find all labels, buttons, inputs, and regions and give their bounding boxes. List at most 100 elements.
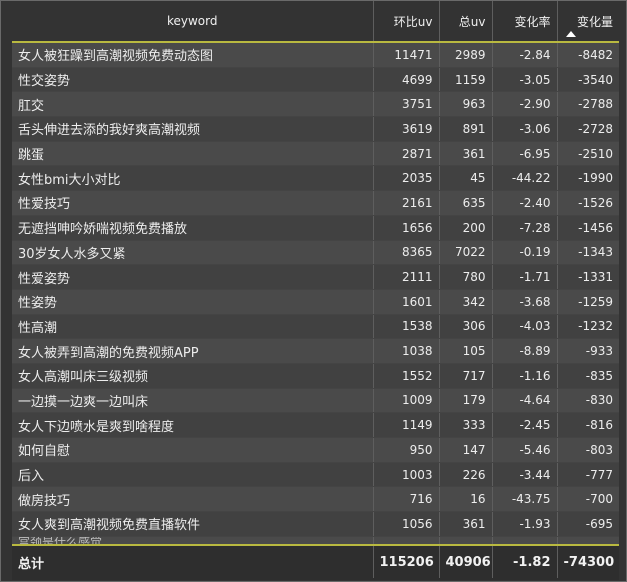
cell-total-uv: 306 [439, 314, 493, 340]
cell-change-amount: -2728 [557, 116, 619, 142]
cell-change-amount: -1526 [557, 190, 619, 216]
cell-change-rate: -2.40 [492, 190, 558, 216]
cell-total-uv: 635 [439, 190, 493, 216]
cell-prev-uv: 950 [373, 437, 440, 463]
cell-change-rate: -1.93 [492, 511, 558, 537]
cell-change-rate: -4.64 [492, 388, 558, 414]
table-row[interactable]: 一边摸一边爽一边叫床 1009 179 -4.64 -830 [12, 388, 619, 414]
cell-keyword: 跳蛋 [12, 141, 374, 167]
cell-total-uv: 147 [439, 437, 493, 463]
cell-change-amount: -1343 [557, 240, 619, 266]
cell-total-uv: 16 [439, 486, 493, 513]
cell-prev-uv: 1009 [373, 388, 440, 414]
cell-prev-uv: 1538 [373, 314, 440, 340]
table-row[interactable]: 女性bmi大小对比 2035 45 -44.22 -1990 [12, 165, 619, 192]
totals-label: 总计 [12, 546, 374, 578]
table-row[interactable]: 做房技巧 716 16 -43.75 -700 [12, 486, 619, 513]
cell-keyword: 性姿势 [12, 289, 374, 315]
cell-change-amount: -1331 [557, 264, 619, 290]
cell-prev-uv: 1601 [373, 289, 440, 315]
cell-total-uv: 105 [439, 338, 493, 364]
cell-keyword: 女人爽到高潮视频免费直播软件 [12, 511, 374, 537]
cell-total-uv: 7022 [439, 240, 493, 266]
cell-keyword: 一边摸一边爽一边叫床 [12, 388, 374, 414]
cell-total-uv: 717 [439, 363, 493, 389]
totals-total-uv: 40906 [439, 546, 493, 578]
table-row[interactable]: 性姿势 1601 342 -3.68 -1259 [12, 289, 619, 315]
table-row[interactable]: 女人下边喷水是爽到啥程度 1149 333 -2.45 -816 [12, 412, 619, 438]
cell-change-rate: -1.71 [492, 264, 558, 290]
cell-total-uv: 1159 [439, 67, 493, 93]
cell-total-uv: 780 [439, 264, 493, 290]
cell-keyword: 女人被狂躁到高潮视频免费动态图 [12, 42, 374, 68]
table-row[interactable]: 女人爽到高潮视频免费直播软件 1056 361 -1.93 -695 [12, 511, 619, 537]
table-row[interactable]: 舌头伸进去添的我好爽高潮视频 3619 891 -3.06 -2728 [12, 116, 619, 142]
cell-change-amount: -2510 [557, 141, 619, 167]
totals-change-rate: -1.82 [492, 546, 558, 578]
data-table: keyword 环比uv 总uv 变化率 变化量 女人被狂躁到高潮视频免费动态图… [12, 1, 619, 548]
table-row[interactable]: 跳蛋 2871 361 -6.95 -2510 [12, 141, 619, 167]
cell-keyword: 如何自慰 [12, 437, 374, 463]
table-visual: keyword 环比uv 总uv 变化率 变化量 女人被狂躁到高潮视频免费动态图… [0, 0, 627, 582]
table-row[interactable]: 如何自慰 950 147 -5.46 -803 [12, 437, 619, 463]
column-header-change-rate[interactable]: 变化率 [492, 1, 558, 42]
table-row[interactable]: 性高潮 1538 306 -4.03 -1232 [12, 314, 619, 340]
cell-prev-uv: 1149 [373, 412, 440, 438]
cell-change-rate: -1.16 [492, 363, 558, 389]
table-row[interactable]: 30岁女人水多又紧 8365 7022 -0.19 -1343 [12, 240, 619, 266]
table-row[interactable]: 肛交 3751 963 -2.90 -2788 [12, 91, 619, 118]
cell-total-uv: 333 [439, 412, 493, 438]
cell-change-amount: -777 [557, 462, 619, 488]
column-header-change-amount[interactable]: 变化量 [557, 1, 619, 42]
cell-prev-uv: 2161 [373, 190, 440, 216]
cell-change-rate: -6.95 [492, 141, 558, 167]
totals-row: 总计 115206 40906 -1.82 -74300 [12, 546, 619, 578]
cell-change-amount: -1259 [557, 289, 619, 315]
table-row[interactable]: 女人高潮叫床三级视频 1552 717 -1.16 -835 [12, 363, 619, 389]
cell-total-uv: 963 [439, 91, 493, 118]
table-body: 女人被狂躁到高潮视频免费动态图 11471 2989 -2.84 -8482 性交姿势 46… [12, 42, 619, 548]
cell-prev-uv: 3619 [373, 116, 440, 142]
cell-change-rate: -5.46 [492, 437, 558, 463]
cell-keyword: 女人下边喷水是爽到啥程度 [12, 412, 374, 438]
table-row[interactable]: 后入 1003 226 -3.44 -777 [12, 462, 619, 488]
cell-keyword: 女人被弄到高潮的免费视频APP [12, 338, 374, 364]
cell-total-uv: 891 [439, 116, 493, 142]
cell-change-amount: -3540 [557, 67, 619, 93]
table-row[interactable]: 性爱姿势 2111 780 -1.71 -1331 [12, 264, 619, 290]
table-row[interactable]: 性爱技巧 2161 635 -2.40 -1526 [12, 190, 619, 216]
cell-change-rate: -3.05 [492, 67, 558, 93]
cell-prev-uv: 1038 [373, 338, 440, 364]
column-header-change-rate-label: 变化率 [514, 14, 551, 29]
column-header-prev-uv[interactable]: 环比uv [373, 1, 440, 42]
header-row: keyword 环比uv 总uv 变化率 变化量 [12, 1, 619, 42]
sort-asc-icon[interactable] [565, 31, 576, 37]
cell-keyword: 无遮挡呻吟娇喘视频免费播放 [12, 215, 374, 241]
cell-change-rate: -2.90 [492, 91, 558, 118]
cell-total-uv: 342 [439, 289, 493, 315]
cell-change-rate: -0.19 [492, 240, 558, 266]
cell-change-rate: -3.68 [492, 289, 558, 315]
column-header-keyword[interactable]: keyword [12, 1, 374, 42]
column-header-prev-uv-label: 环比uv [393, 14, 433, 29]
cell-prev-uv: 716 [373, 486, 440, 513]
cell-total-uv: 2989 [439, 42, 493, 68]
cell-change-amount: -830 [557, 388, 619, 414]
cell-keyword: 做房技巧 [12, 486, 374, 513]
table-row[interactable]: 无遮挡呻吟娇喘视频免费播放 1656 200 -7.28 -1456 [12, 215, 619, 241]
column-header-total-uv[interactable]: 总uv [439, 1, 493, 42]
cell-change-amount: -933 [557, 338, 619, 364]
table-row[interactable]: 女人被弄到高潮的免费视频APP 1038 105 -8.89 -933 [12, 338, 619, 364]
cell-change-amount: -803 [557, 437, 619, 463]
table-row[interactable]: 性交姿势 4699 1159 -3.05 -3540 [12, 67, 619, 93]
cell-change-amount: -700 [557, 486, 619, 513]
cell-keyword: 30岁女人水多又紧 [12, 240, 374, 266]
cell-total-uv: 361 [439, 141, 493, 167]
cell-prev-uv: 2871 [373, 141, 440, 167]
table-row[interactable]: 女人被狂躁到高潮视频免费动态图 11471 2989 -2.84 -8482 [12, 42, 619, 68]
totals-prev-uv: 115206 [373, 546, 440, 578]
cell-change-rate: -2.84 [492, 42, 558, 68]
cell-prev-uv: 2111 [373, 264, 440, 290]
cell-keyword: 肛交 [12, 91, 374, 118]
cell-prev-uv: 1056 [373, 511, 440, 537]
